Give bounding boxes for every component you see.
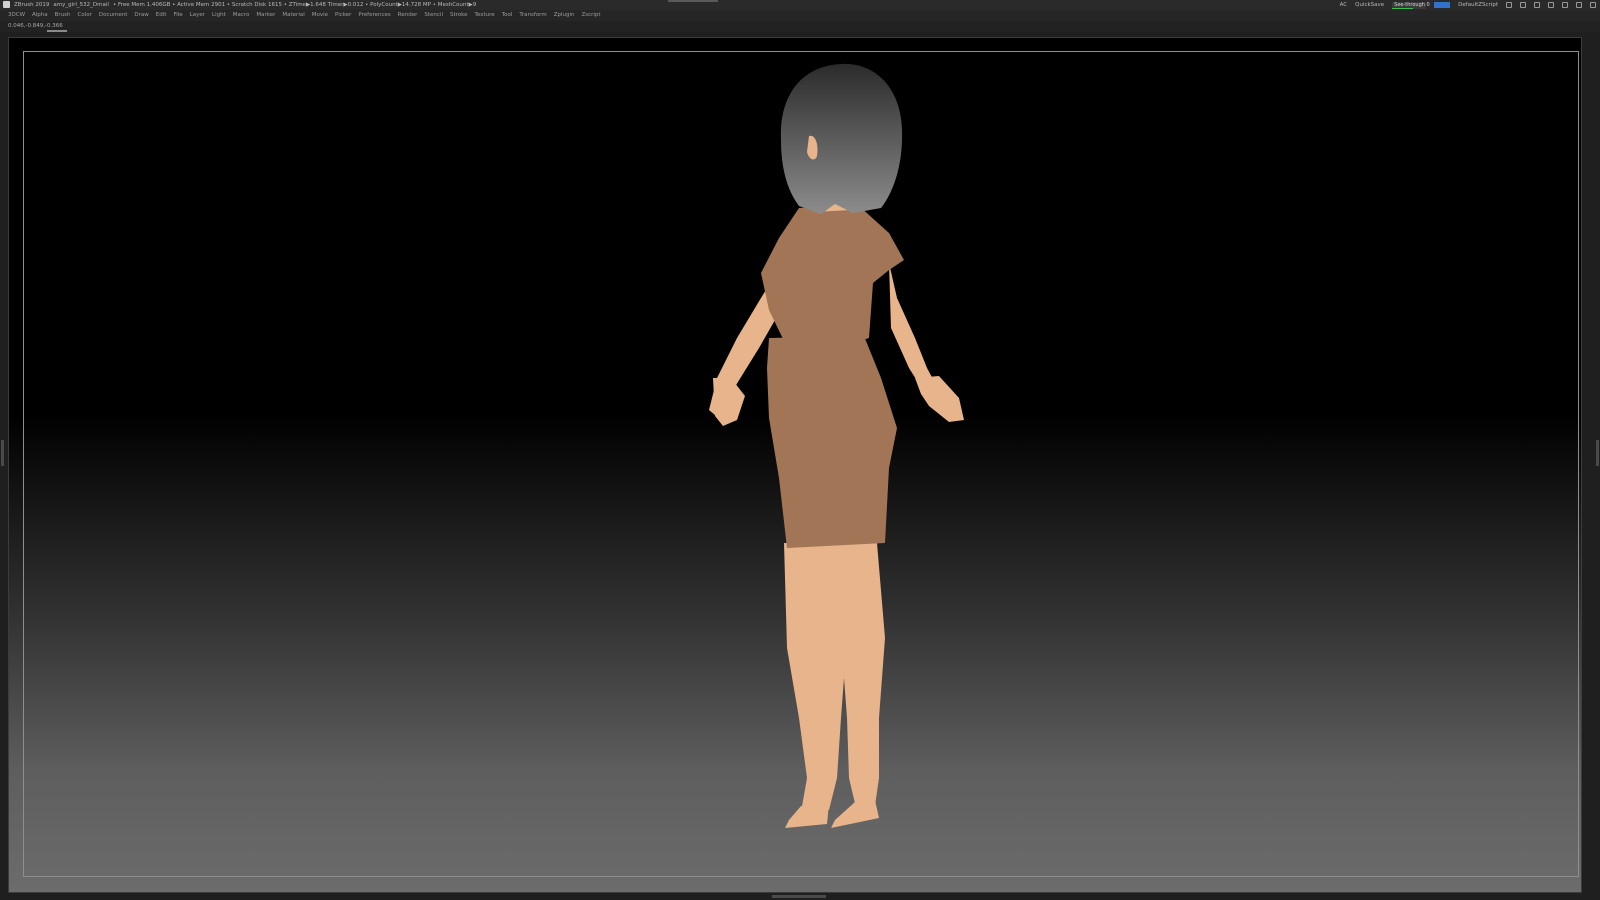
palette-icon[interactable] bbox=[1520, 2, 1526, 8]
left-leg bbox=[784, 543, 847, 812]
seethrough-slider[interactable]: See-through 0 bbox=[1392, 1, 1430, 9]
menu-draw[interactable]: Draw bbox=[134, 10, 148, 21]
hair bbox=[780, 63, 903, 214]
menu-color[interactable]: Color bbox=[78, 10, 92, 21]
left-tray-handle[interactable] bbox=[1, 440, 4, 466]
minimize-icon[interactable] bbox=[1562, 2, 1568, 8]
quicksave-button[interactable]: QuickSave bbox=[1355, 0, 1384, 10]
menu-tool[interactable]: Tool bbox=[502, 10, 513, 21]
right-hand bbox=[915, 376, 964, 422]
app-title: ZBrush 2019 bbox=[14, 2, 50, 8]
menu-material[interactable]: Material bbox=[282, 10, 304, 21]
dress bbox=[761, 206, 904, 548]
menu-stencil[interactable]: Stencil bbox=[424, 10, 443, 21]
menu-texture[interactable]: Texture bbox=[475, 10, 495, 21]
menu-macro[interactable]: Macro bbox=[233, 10, 250, 21]
menu-light[interactable]: Light bbox=[212, 10, 226, 21]
menu-3dcw[interactable]: 3DCW bbox=[8, 10, 25, 21]
ac-toggle[interactable]: AC bbox=[1340, 0, 1348, 10]
menu-brush[interactable]: Brush bbox=[55, 10, 71, 21]
help-icon[interactable] bbox=[1506, 2, 1512, 8]
seethrough-value: 0 bbox=[1426, 1, 1430, 8]
left-foot bbox=[785, 804, 829, 828]
seethrough-fill bbox=[1392, 7, 1413, 9]
menu-zscript[interactable]: Zscript bbox=[581, 10, 600, 21]
zbrush-logo-icon bbox=[3, 1, 10, 8]
menu-bar: 3DCW Alpha Brush Color Document Draw Edi… bbox=[0, 10, 1600, 21]
skirt bbox=[767, 336, 897, 548]
right-leg bbox=[837, 543, 885, 812]
right-tray-handle[interactable] bbox=[1596, 440, 1599, 466]
menu-movie[interactable]: Movie bbox=[312, 10, 328, 21]
canvas-viewport[interactable] bbox=[8, 37, 1582, 893]
right-foot bbox=[831, 800, 879, 828]
coordinates-slider[interactable] bbox=[47, 30, 67, 32]
top bbox=[761, 206, 904, 350]
maximize-icon[interactable] bbox=[1576, 2, 1582, 8]
menu-alpha[interactable]: Alpha bbox=[32, 10, 48, 21]
close-icon[interactable] bbox=[1590, 2, 1596, 8]
default-zscript-button[interactable]: DefaultZScript bbox=[1458, 0, 1498, 10]
layout-icon[interactable] bbox=[1534, 2, 1540, 8]
left-hand bbox=[713, 378, 745, 426]
menus-button[interactable] bbox=[1434, 2, 1451, 8]
menu-file[interactable]: File bbox=[173, 10, 182, 21]
menu-edit[interactable]: Edit bbox=[156, 10, 167, 21]
menu-preferences[interactable]: Preferences bbox=[358, 10, 390, 21]
sculpt-model[interactable] bbox=[9, 38, 1581, 892]
menu-transform[interactable]: Transform bbox=[519, 10, 546, 21]
info-bar: 0.046,-0.849,-0.366 bbox=[0, 21, 1600, 32]
file-name: amy_girl_532_Dmail bbox=[53, 2, 109, 8]
menu-document[interactable]: Document bbox=[99, 10, 128, 21]
title-bar: ZBrush 2019 amy_girl_532_Dmail • Free Me… bbox=[0, 0, 1600, 10]
menu-zplugin[interactable]: Zplugin bbox=[554, 10, 575, 21]
menu-render[interactable]: Render bbox=[398, 10, 418, 21]
menu-stroke[interactable]: Stroke bbox=[450, 10, 468, 21]
lock-icon[interactable] bbox=[1548, 2, 1554, 8]
legs bbox=[784, 543, 885, 828]
memory-stats: • Free Mem 1.406GB • Active Mem 2901 • S… bbox=[112, 2, 477, 8]
menu-picker[interactable]: Picker bbox=[335, 10, 351, 21]
menu-marker[interactable]: Marker bbox=[256, 10, 275, 21]
bottom-tray-handle[interactable] bbox=[772, 895, 826, 898]
menu-layer[interactable]: Layer bbox=[190, 10, 205, 21]
top-shelf-handle[interactable] bbox=[668, 0, 718, 2]
